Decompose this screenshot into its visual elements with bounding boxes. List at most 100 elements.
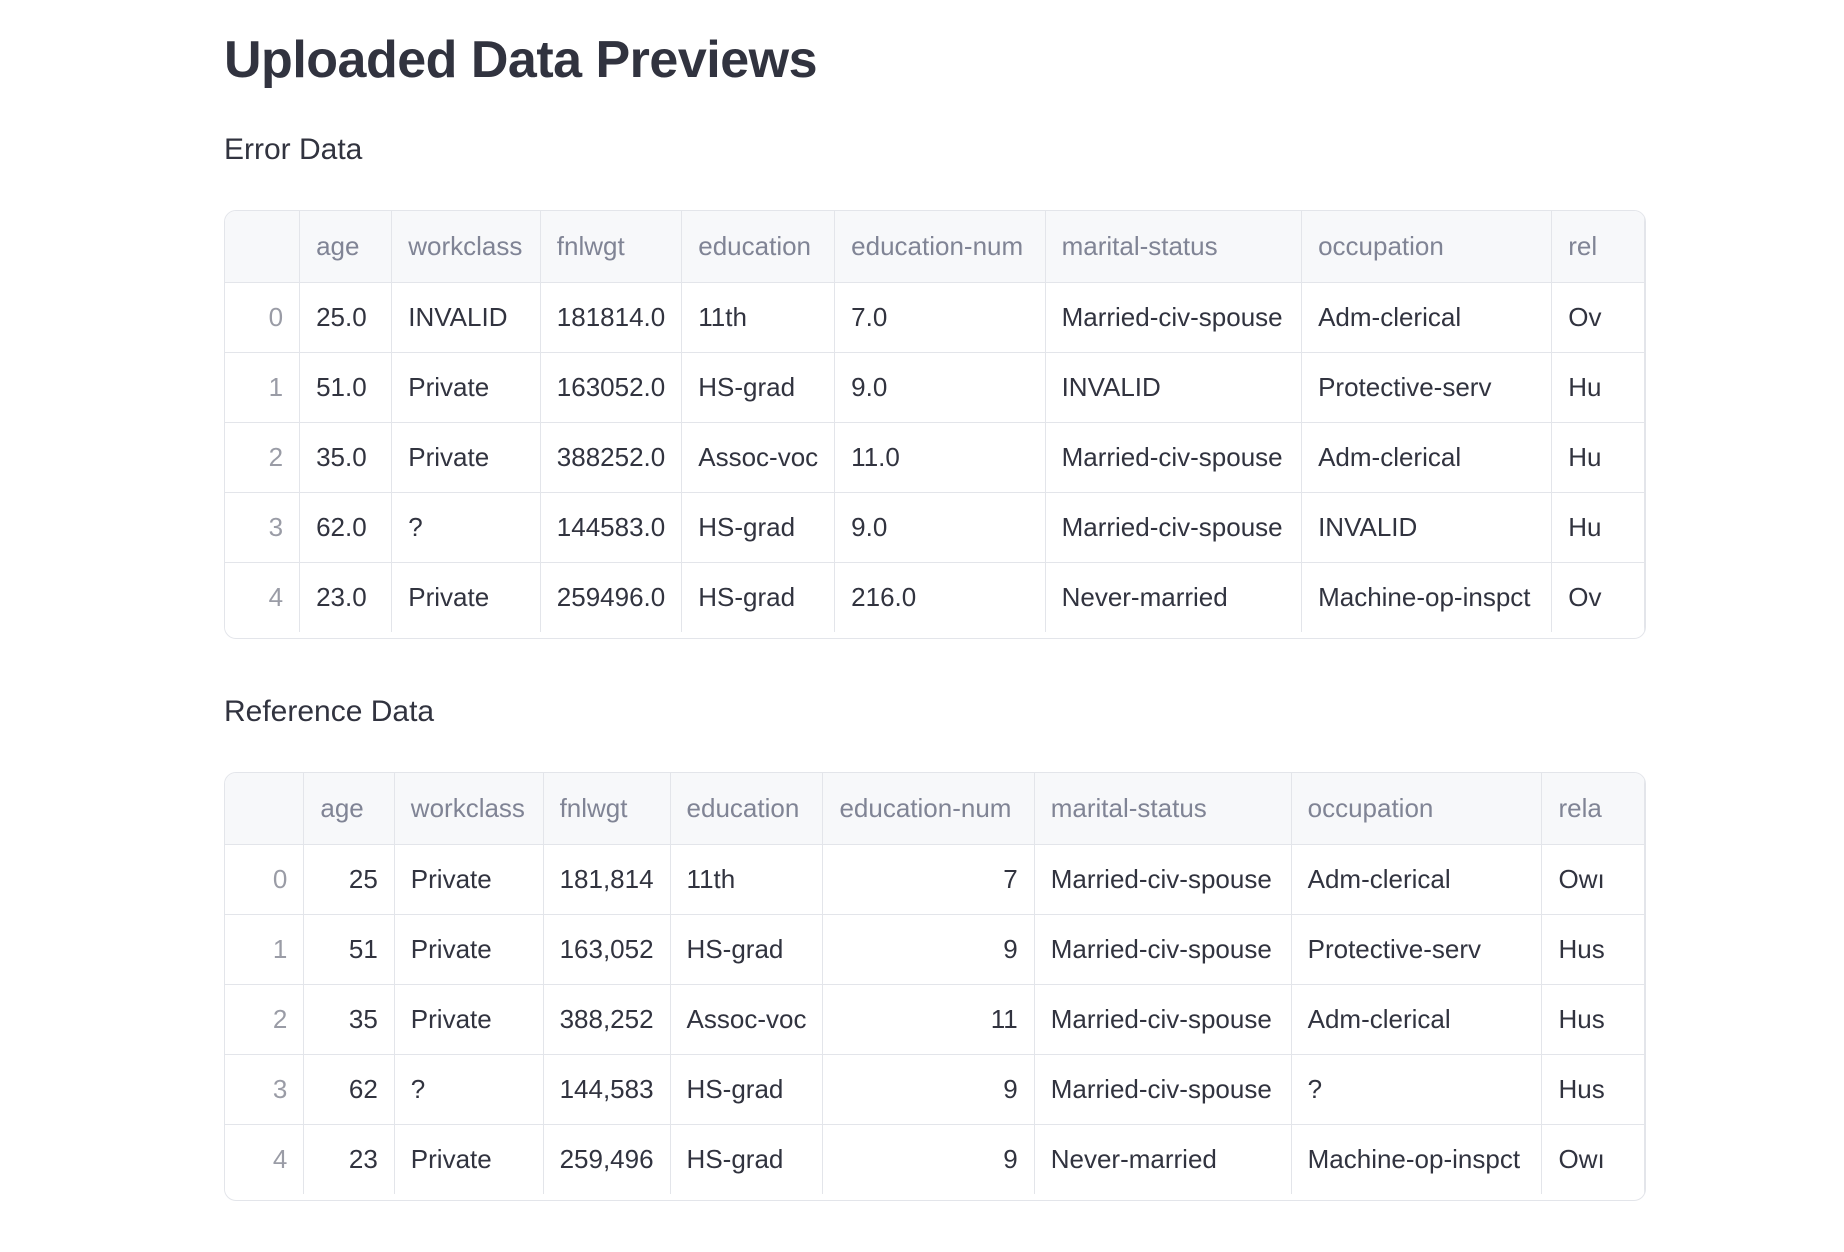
table-cell[interactable]: Private bbox=[391, 422, 541, 493]
table-cell[interactable]: 7.0 bbox=[834, 282, 1046, 353]
table-cell[interactable]: ? bbox=[391, 492, 541, 563]
table-cell[interactable]: Machine-op-inspct bbox=[1291, 1124, 1543, 1194]
table-cell[interactable]: 25.0 bbox=[299, 282, 393, 353]
table-cell[interactable]: Private bbox=[391, 562, 541, 632]
table-cell[interactable]: Hus bbox=[1541, 984, 1645, 1055]
column-header[interactable]: fnlwgt bbox=[543, 773, 671, 845]
table-cell[interactable]: 144,583 bbox=[543, 1054, 671, 1125]
table-cell[interactable]: Ov bbox=[1551, 282, 1645, 353]
table-cell[interactable]: Private bbox=[394, 1124, 544, 1194]
table-cell[interactable]: 62.0 bbox=[299, 492, 393, 563]
column-header[interactable]: rela bbox=[1541, 773, 1645, 845]
table-cell[interactable]: 216.0 bbox=[834, 562, 1046, 632]
table-cell[interactable]: Married-civ-spouse bbox=[1034, 984, 1292, 1055]
table-cell[interactable]: 259496.0 bbox=[540, 562, 683, 632]
table-cell[interactable]: Private bbox=[394, 984, 544, 1055]
column-header[interactable]: education-num bbox=[834, 211, 1046, 283]
table-cell[interactable]: INVALID bbox=[1045, 352, 1303, 423]
table-cell[interactable]: HS-grad bbox=[670, 914, 824, 985]
table-cell[interactable]: Ov bbox=[1551, 562, 1645, 632]
table-cell[interactable]: 388252.0 bbox=[540, 422, 683, 493]
column-header[interactable]: marital-status bbox=[1034, 773, 1292, 845]
table-cell[interactable]: Hu bbox=[1551, 352, 1645, 423]
index-header bbox=[225, 773, 305, 845]
table-cell[interactable]: 35.0 bbox=[299, 422, 393, 493]
column-header[interactable]: rel bbox=[1551, 211, 1645, 283]
table-cell[interactable]: Assoc-voc bbox=[681, 422, 836, 493]
table-cell[interactable]: Adm-clerical bbox=[1301, 422, 1553, 493]
table-cell[interactable]: ? bbox=[1291, 1054, 1543, 1125]
table-cell[interactable]: 23.0 bbox=[299, 562, 393, 632]
table-cell[interactable]: Machine-op-inspct bbox=[1301, 562, 1553, 632]
table-cell[interactable]: Owı bbox=[1541, 844, 1645, 915]
table-cell[interactable]: 7 bbox=[822, 844, 1035, 915]
table-cell[interactable]: Married-civ-spouse bbox=[1034, 1054, 1292, 1125]
table-cell[interactable]: 9 bbox=[822, 1124, 1035, 1194]
table-cell[interactable]: Protective-serv bbox=[1301, 352, 1553, 423]
table-cell[interactable]: 9.0 bbox=[834, 352, 1046, 423]
table-cell[interactable]: 9 bbox=[822, 914, 1035, 985]
table-cell[interactable]: 163052.0 bbox=[540, 352, 683, 423]
table-cell[interactable]: Married-civ-spouse bbox=[1034, 914, 1292, 985]
error-data-table[interactable]: age workclass fnlwgt education education… bbox=[224, 210, 1646, 639]
column-header[interactable]: occupation bbox=[1301, 211, 1553, 283]
table-cell[interactable]: 35 bbox=[303, 984, 395, 1055]
table-cell[interactable]: 9 bbox=[822, 1054, 1035, 1125]
table-cell[interactable]: Private bbox=[394, 844, 544, 915]
table-cell[interactable]: HS-grad bbox=[681, 352, 836, 423]
table-cell[interactable]: Married-civ-spouse bbox=[1034, 844, 1292, 915]
column-header[interactable]: marital-status bbox=[1045, 211, 1303, 283]
table-cell[interactable]: 163,052 bbox=[543, 914, 671, 985]
table-cell[interactable]: 62 bbox=[303, 1054, 395, 1125]
table-cell[interactable]: Private bbox=[391, 352, 541, 423]
column-header[interactable]: fnlwgt bbox=[540, 211, 683, 283]
column-header[interactable]: education bbox=[681, 211, 836, 283]
column-header[interactable]: education-num bbox=[822, 773, 1035, 845]
table-cell[interactable]: ? bbox=[394, 1054, 544, 1125]
column-header[interactable]: workclass bbox=[391, 211, 541, 283]
table-cell[interactable]: Married-civ-spouse bbox=[1045, 492, 1303, 563]
table-cell[interactable]: HS-grad bbox=[681, 492, 836, 563]
table-cell[interactable]: Owı bbox=[1541, 1124, 1645, 1194]
table-cell[interactable]: Adm-clerical bbox=[1291, 844, 1543, 915]
column-header[interactable]: age bbox=[303, 773, 395, 845]
table-cell[interactable]: 181814.0 bbox=[540, 282, 683, 353]
table-cell[interactable]: 9.0 bbox=[834, 492, 1046, 563]
reference-dataframe: age workclass fnlwgt education education… bbox=[225, 773, 1645, 1194]
table-cell[interactable]: Adm-clerical bbox=[1301, 282, 1553, 353]
table-cell[interactable]: 144583.0 bbox=[540, 492, 683, 563]
table-cell[interactable]: 11th bbox=[681, 282, 836, 353]
table-cell[interactable]: 11th bbox=[670, 844, 824, 915]
table-cell[interactable]: INVALID bbox=[1301, 492, 1553, 563]
table-cell[interactable]: Hu bbox=[1551, 492, 1645, 563]
table-cell[interactable]: Adm-clerical bbox=[1291, 984, 1543, 1055]
table-cell[interactable]: 259,496 bbox=[543, 1124, 671, 1194]
column-header[interactable]: age bbox=[299, 211, 393, 283]
table-cell[interactable]: Married-civ-spouse bbox=[1045, 422, 1303, 493]
table-cell[interactable]: HS-grad bbox=[681, 562, 836, 632]
table-cell[interactable]: 25 bbox=[303, 844, 395, 915]
table-cell[interactable]: HS-grad bbox=[670, 1054, 824, 1125]
column-header[interactable]: workclass bbox=[394, 773, 544, 845]
table-cell[interactable]: 388,252 bbox=[543, 984, 671, 1055]
table-cell[interactable]: 11.0 bbox=[834, 422, 1046, 493]
table-cell[interactable]: 23 bbox=[303, 1124, 395, 1194]
table-cell[interactable]: Never-married bbox=[1034, 1124, 1292, 1194]
table-cell[interactable]: HS-grad bbox=[670, 1124, 824, 1194]
table-cell[interactable]: Assoc-voc bbox=[670, 984, 824, 1055]
table-cell[interactable]: Hus bbox=[1541, 914, 1645, 985]
table-cell[interactable]: Private bbox=[394, 914, 544, 985]
table-cell[interactable]: INVALID bbox=[391, 282, 541, 353]
reference-data-table[interactable]: age workclass fnlwgt education education… bbox=[224, 772, 1646, 1201]
table-cell[interactable]: Hus bbox=[1541, 1054, 1645, 1125]
table-cell[interactable]: 11 bbox=[822, 984, 1035, 1055]
table-cell[interactable]: Married-civ-spouse bbox=[1045, 282, 1303, 353]
table-cell[interactable]: Hu bbox=[1551, 422, 1645, 493]
column-header[interactable]: occupation bbox=[1291, 773, 1543, 845]
table-cell[interactable]: 181,814 bbox=[543, 844, 671, 915]
table-cell[interactable]: 51 bbox=[303, 914, 395, 985]
table-cell[interactable]: 51.0 bbox=[299, 352, 393, 423]
table-cell[interactable]: Protective-serv bbox=[1291, 914, 1543, 985]
column-header[interactable]: education bbox=[670, 773, 824, 845]
table-cell[interactable]: Never-married bbox=[1045, 562, 1303, 632]
